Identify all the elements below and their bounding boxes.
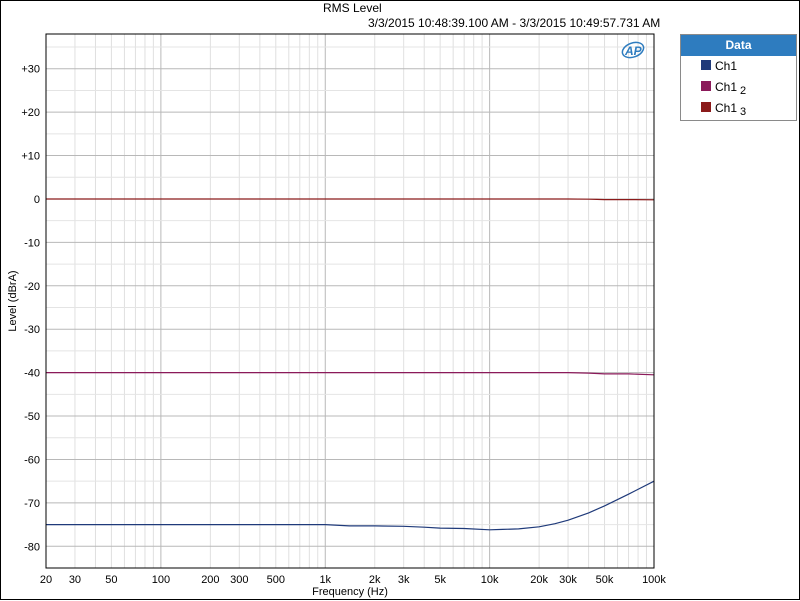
series-line-2: [46, 372, 655, 376]
ap-logo: AP: [621, 41, 645, 59]
series-line-1: [46, 480, 655, 531]
legend-swatch: [701, 60, 711, 70]
legend-label: Ch1: [715, 59, 737, 73]
x-axis-label: Frequency (Hz): [312, 586, 388, 598]
legend-rows: Ch1 Ch1 2 Ch1 3: [681, 56, 796, 119]
x-tick-label: 10k: [481, 574, 499, 586]
y-tick-label: +10: [21, 151, 40, 163]
y-tick-label: -40: [24, 368, 40, 380]
y-tick-label: -80: [24, 541, 40, 553]
x-tick-label: 50: [105, 574, 117, 586]
x-tick-label: 100k: [642, 574, 666, 586]
legend-label: Ch1 3: [715, 101, 747, 118]
legend-header: Data: [681, 35, 796, 56]
series-lines: [46, 198, 655, 531]
x-tick-label: 30: [69, 574, 81, 586]
x-tick-label: 200: [201, 574, 219, 586]
legend-panel: Data Ch1 Ch1 2 Ch1 3: [680, 34, 797, 121]
x-tick-label: 300: [230, 574, 248, 586]
chart-window: RMS Level 3/3/2015 10:48:39.100 AM - 3/3…: [0, 0, 800, 600]
legend-series-subscript: 3: [740, 106, 747, 118]
legend-item[interactable]: Ch1: [681, 56, 796, 77]
legend-series-name: Ch1: [715, 80, 738, 94]
legend-item[interactable]: Ch1 3: [681, 98, 796, 119]
plot-border: [45, 33, 655, 569]
y-tick-label: -70: [24, 498, 40, 510]
x-tick-label: 1k: [319, 574, 331, 586]
y-tick-label: -30: [24, 324, 40, 336]
x-tick-label: 3k: [398, 574, 410, 586]
minor-gridlines: [45, 34, 655, 569]
y-tick-label: 0: [34, 194, 40, 206]
x-tick-label: 20k: [530, 574, 548, 586]
x-tick-label: 2k: [369, 574, 381, 586]
y-tick-label: -10: [24, 237, 40, 249]
y-tick-labels: +30 +20 +10 0 -10 -20 -30 -40 -50 -60 -70 -80: [21, 64, 40, 554]
ap-logo-text: AP: [624, 44, 643, 58]
y-tick-label: -50: [24, 411, 40, 423]
x-tick-label: 20: [40, 574, 52, 586]
legend-swatch: [701, 81, 711, 91]
legend-series-name: Ch1: [715, 59, 738, 73]
x-tick-label: 5k: [434, 574, 446, 586]
series-line-3: [46, 198, 655, 201]
legend-item[interactable]: Ch1 2: [681, 77, 796, 98]
y-tick-label: +30: [21, 64, 40, 76]
legend-label: Ch1 2: [715, 80, 747, 97]
y-tick-label: -60: [24, 454, 40, 466]
x-tick-label: 500: [267, 574, 285, 586]
x-tick-labels: 20 30 50 100 200 300 500 1k 2k 3k 5k 10k 20k 30k 50k 10…: [40, 574, 667, 586]
x-tick-label: 30k: [559, 574, 577, 586]
legend-swatch: [701, 102, 711, 112]
y-axis-label: Level (dBrA): [7, 270, 19, 331]
y-tick-label: +20: [21, 107, 40, 119]
x-tick-label: 100: [152, 574, 170, 586]
x-tick-label: 50k: [596, 574, 614, 586]
legend-series-subscript: 2: [740, 85, 747, 97]
legend-series-name: Ch1: [715, 101, 738, 115]
y-tick-label: -20: [24, 281, 40, 293]
